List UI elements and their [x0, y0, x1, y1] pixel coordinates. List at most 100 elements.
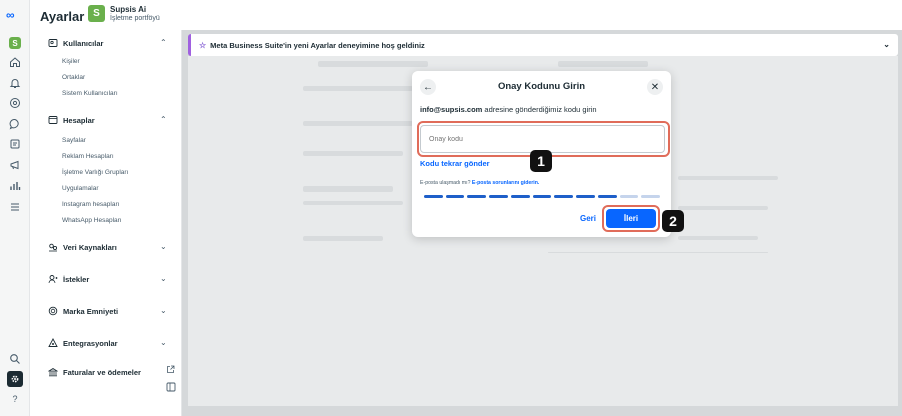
back-button[interactable]: Geri [580, 214, 596, 223]
chevron-up-icon[interactable]: ⌃ [160, 115, 167, 124]
megaphone-icon[interactable] [8, 158, 22, 172]
placeholder-block [303, 86, 413, 91]
placeholder-block [318, 61, 428, 67]
problem-prefix: E-posta ulaşmadı mı? [420, 180, 472, 186]
progress-dash [597, 195, 617, 198]
sidebar-item-sayfalar[interactable]: Sayfalar [62, 137, 86, 144]
settings-sidebar: Kullanıcılar ⌃ Kişiler Ortaklar Sistem K… [30, 30, 182, 416]
sidebar-section-veri-kaynaklari[interactable]: Veri Kaynakları [48, 242, 117, 252]
resend-code-link[interactable]: Kodu tekrar gönder [420, 159, 490, 168]
placeholder-block [678, 176, 778, 180]
verification-code-input[interactable] [420, 125, 665, 153]
placeholder-block [303, 186, 393, 192]
placeholder-block [303, 151, 403, 156]
sidebar-section-label: Veri Kaynakları [63, 242, 117, 252]
placeholder-block [678, 236, 758, 240]
help-icon[interactable]: ? [8, 392, 22, 406]
sidebar-item-sistem-kullanicilari[interactable]: Sistem Kullanıcıları [62, 90, 118, 97]
placeholder-block [303, 121, 413, 126]
progress-dash [510, 195, 530, 198]
email-address: info@supsis.com [420, 105, 483, 114]
sidebar-section-kullanicilar[interactable]: Kullanıcılar [48, 38, 103, 48]
sidebar-section-label: Kullanıcılar [63, 38, 104, 48]
chevron-down-icon[interactable]: ⌄ [160, 242, 167, 251]
account-name[interactable]: Supsis Ai [110, 5, 146, 14]
billing-icon [48, 367, 58, 377]
sidebar-section-label: İstekler [63, 274, 90, 284]
divider [548, 252, 768, 253]
sidebar-section-faturalar[interactable]: Faturalar ve ödemeler [48, 367, 141, 377]
progress-dash [554, 195, 574, 198]
email-problem-text: E-posta ulaşmadı mı? E-posta sorunlarını… [420, 180, 539, 186]
account-avatar: S [9, 37, 21, 49]
chevron-down-icon[interactable]: ⌄ [160, 274, 167, 283]
home-icon[interactable] [8, 55, 22, 69]
sidebar-item-instagram-hesaplari[interactable]: Instagram hesapları [62, 201, 119, 208]
account-badge[interactable]: S [88, 5, 105, 22]
email-troubleshoot-link[interactable]: E-posta sorunlarını giderin. [472, 180, 539, 186]
accounts-icon [48, 115, 58, 125]
progress-dash [641, 195, 661, 198]
at-icon[interactable] [8, 96, 22, 110]
meta-logo[interactable]: ∞ [6, 8, 15, 22]
left-rail: ∞ S ? [0, 0, 30, 416]
progress-dash [532, 195, 552, 198]
dialog-title: Onay Kodunu Girin [497, 81, 586, 92]
sidebar-section-istekler[interactable]: İstekler [48, 274, 89, 284]
star-icon: ☆ [199, 40, 207, 50]
progress-dash [424, 195, 443, 198]
step-marker-1: 1 [530, 150, 552, 172]
search-icon[interactable] [8, 352, 22, 366]
close-icon[interactable]: ✕ [647, 79, 663, 95]
placeholder-block [303, 201, 403, 205]
sidebar-item-reklam-hesaplari[interactable]: Reklam Hesapları [62, 153, 114, 160]
chevron-up-icon[interactable]: ⌃ [160, 38, 167, 47]
step-marker-2: 2 [662, 210, 684, 232]
gear-icon[interactable] [7, 371, 23, 387]
sidebar-item-uygulamalar[interactable]: Uygulamalar [62, 185, 99, 192]
collapse-sidebar-icon[interactable] [166, 382, 176, 394]
users-icon [48, 38, 58, 48]
placeholder-block [678, 206, 768, 210]
sidebar-section-label: Hesaplar [63, 115, 95, 125]
sidebar-section-label: Marka Emniyeti [63, 306, 119, 316]
chevron-down-icon[interactable]: ⌄ [883, 40, 890, 49]
integrations-icon [48, 338, 58, 348]
progress-dashes [424, 195, 661, 199]
welcome-banner[interactable]: ☆ Meta Business Suite'in yeni Ayarlar de… [188, 34, 898, 56]
placeholder-block [303, 236, 383, 241]
requests-icon [48, 274, 58, 284]
next-button[interactable]: İleri [606, 209, 656, 228]
pages-icon[interactable] [8, 137, 22, 151]
sidebar-section-entegrasyonlar[interactable]: Entegrasyonlar [48, 338, 118, 348]
external-link-icon[interactable] [166, 365, 175, 376]
progress-dash [576, 195, 595, 198]
dialog-instruction: info@supsis.com adresine gönderdiğimiz k… [420, 105, 597, 114]
sidebar-section-hesaplar[interactable]: Hesaplar [48, 115, 95, 125]
chat-icon[interactable] [8, 117, 22, 131]
account-subtitle: İşletme portföyü [110, 15, 160, 22]
bell-icon[interactable] [8, 76, 22, 90]
top-bar: Ayarlar S Supsis Ai İşletme portföyü [30, 0, 902, 30]
page-title: Ayarlar [40, 9, 85, 24]
chart-icon[interactable] [8, 179, 22, 193]
sidebar-section-marka-emniyeti[interactable]: Marka Emniyeti [48, 306, 118, 316]
chevron-down-icon[interactable]: ⌄ [160, 338, 167, 347]
sidebar-section-label: Entegrasyonlar [63, 338, 118, 348]
progress-dash [445, 195, 465, 198]
placeholder-block [558, 61, 648, 67]
banner-text: Meta Business Suite'in yeni Ayarlar dene… [210, 40, 425, 50]
progress-dash [467, 195, 487, 198]
shield-icon [48, 306, 58, 316]
menu-icon[interactable] [8, 200, 22, 214]
chevron-down-icon[interactable]: ⌄ [160, 306, 167, 315]
sidebar-item-ortaklar[interactable]: Ortaklar [62, 74, 85, 81]
sidebar-section-label: Faturalar ve ödemeler [63, 367, 141, 377]
data-sources-icon [48, 242, 58, 252]
sidebar-item-kisiler[interactable]: Kişiler [62, 58, 80, 65]
sidebar-item-whatsapp-hesaplari[interactable]: WhatsApp Hesapları [62, 217, 122, 224]
account-switcher[interactable]: S [8, 36, 22, 50]
sidebar-item-isletme-varligi-gruplari[interactable]: İşletme Varlığı Grupları [62, 169, 128, 176]
progress-dash [489, 195, 508, 198]
instruction-text: adresine gönderdiğimiz kodu girin [482, 105, 597, 114]
